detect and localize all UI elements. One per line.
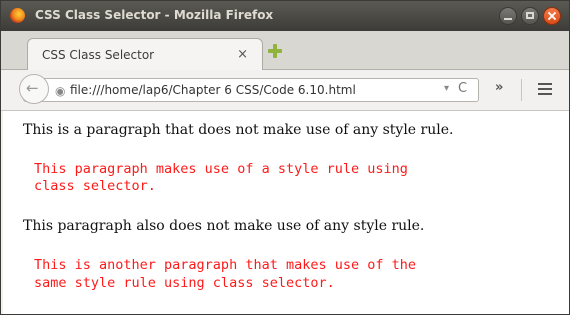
overflow-button[interactable]: » (495, 80, 503, 95)
minimize-icon[interactable] (499, 7, 517, 25)
paragraph-plain-2: This paragraph also does not make use of… (23, 218, 425, 234)
tab-label: CSS Class Selector (42, 48, 155, 62)
tab-css-class-selector[interactable]: CSS Class Selector × (27, 38, 263, 70)
paragraph-plain-1: This is a paragraph that does not make u… (23, 122, 454, 138)
paragraph-class-2-line1: This is another paragraph that makes use… (34, 257, 417, 273)
globe-icon: ◉ (55, 84, 66, 98)
menu-icon[interactable] (538, 83, 552, 95)
url-bar[interactable]: ◉ file:///home/lap6/Chapter 6 CSS/Code 6… (23, 78, 479, 102)
reload-icon[interactable]: C (458, 81, 467, 96)
toolbar-separator (521, 79, 522, 101)
url-text[interactable]: file:///home/lap6/Chapter 6 CSS/Code 6.1… (70, 83, 356, 97)
page-content: This is a paragraph that does not make u… (3, 111, 569, 314)
dropdown-icon[interactable]: ▾ (444, 83, 449, 94)
paragraph-class-1-line2: class selector. (34, 178, 156, 194)
navigation-bar: ◉ file:///home/lap6/Chapter 6 CSS/Code 6… (1, 70, 569, 111)
paragraph-class-2-line2: same style rule using class selector. (34, 275, 335, 291)
maximize-icon[interactable] (521, 7, 539, 25)
browser-window: CSS Class Selector - Mozilla Firefox CSS… (0, 0, 570, 315)
paragraph-class-1-line1: This paragraph makes use of a style rule… (34, 161, 408, 177)
close-icon[interactable] (543, 7, 561, 25)
window-title: CSS Class Selector - Mozilla Firefox (35, 8, 274, 22)
new-tab-icon[interactable] (267, 43, 283, 59)
tab-close-icon[interactable]: × (237, 47, 248, 62)
back-icon[interactable]: ← (19, 74, 49, 104)
tab-strip: CSS Class Selector × (1, 31, 569, 70)
firefox-icon (10, 8, 25, 23)
title-bar: CSS Class Selector - Mozilla Firefox (1, 1, 569, 31)
